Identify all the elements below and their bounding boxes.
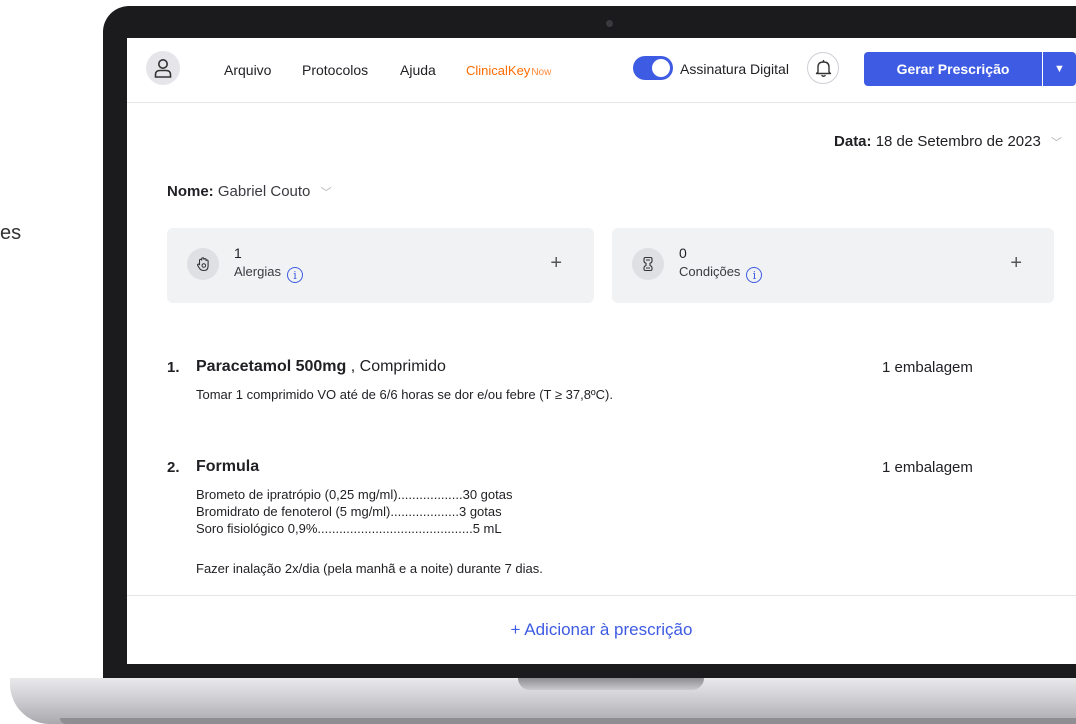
item-1-number: 1. <box>167 359 180 376</box>
nav-ajuda[interactable]: Ajuda <box>400 62 436 78</box>
item-1-name: Paracetamol 500mg <box>196 358 347 375</box>
clinicalkey-brand: ClinicalKey <box>466 63 531 78</box>
item-2-component-2: Bromidrato de fenoterol (5 mg/ml).......… <box>196 504 502 519</box>
top-header: Arquivo Protocolos Ajuda ClinicalKeyNow … <box>127 38 1076 103</box>
add-item-bar: + Adicionar à prescrição <box>127 595 1076 664</box>
item-1-instructions: Tomar 1 comprimido VO até de 6/6 horas s… <box>196 387 614 402</box>
item-1-title[interactable]: Paracetamol 500mg , Comprimido <box>196 358 446 376</box>
nav-arquivo[interactable]: Arquivo <box>224 62 271 78</box>
digital-signature-label: Assinatura Digital <box>680 61 789 77</box>
conditions-label-row: Condições i <box>679 264 763 283</box>
conditions-label: Condições <box>679 264 741 279</box>
date-label: Data: <box>834 133 872 150</box>
conditions-card: 0 Condições i + <box>612 228 1054 303</box>
cropped-side-text: es <box>0 222 22 244</box>
hand-icon <box>187 248 219 280</box>
generate-prescription-button[interactable]: Gerar Prescrição <box>864 52 1042 86</box>
user-icon <box>154 59 172 78</box>
item-2-name: Formula <box>196 458 260 475</box>
item-2-component-3: Soro fisiológico 0,9%...................… <box>196 521 502 536</box>
conditions-count: 0 <box>679 245 687 261</box>
allergies-card: 1 Alergias i + <box>167 228 594 303</box>
chevron-down-icon: ﹀ <box>320 187 332 199</box>
patient-label: Nome: <box>167 183 214 200</box>
item-2-title[interactable]: Formula <box>196 458 259 476</box>
info-icon[interactable]: i <box>286 267 303 283</box>
add-condition-button[interactable]: + <box>1010 252 1022 275</box>
date-value: 18 de Setembro de 2023 <box>875 133 1041 150</box>
chevron-down-icon: ﹀ <box>1051 137 1062 149</box>
date-selector[interactable]: Data: 18 de Setembro de 2023 ﹀ <box>834 133 1062 150</box>
patient-selector[interactable]: Nome: Gabriel Couto ﹀ <box>167 183 332 200</box>
digital-signature-toggle[interactable] <box>633 56 673 80</box>
laptop-base-shadow <box>60 718 1076 724</box>
add-to-prescription-link[interactable]: + Adicionar à prescrição <box>127 620 1076 640</box>
condition-icon <box>632 248 664 280</box>
camera-dot <box>606 20 613 27</box>
item-2-component-1: Brometo de ipratrópio (0,25 mg/ml)......… <box>196 487 513 502</box>
bell-icon <box>815 60 832 77</box>
notifications-button[interactable] <box>807 52 839 84</box>
allergies-label-row: Alergias i <box>234 264 303 283</box>
toggle-knob <box>652 59 670 77</box>
item-1-quantity: 1 embalagem <box>882 359 973 376</box>
clinicalkey-suffix: Now <box>531 67 552 78</box>
user-avatar[interactable] <box>146 51 180 85</box>
item-2-quantity: 1 embalagem <box>882 459 973 476</box>
app-screen: Arquivo Protocolos Ajuda ClinicalKeyNow … <box>127 38 1076 664</box>
item-2-instructions: Fazer inalação 2x/dia (pela manhã e a no… <box>196 561 543 576</box>
patient-name: Gabriel Couto <box>217 183 311 200</box>
allergies-count: 1 <box>234 245 242 261</box>
clinicalkey-now-link[interactable]: ClinicalKeyNow <box>466 63 551 78</box>
add-allergy-button[interactable]: + <box>550 252 562 275</box>
allergies-label: Alergias <box>234 264 281 279</box>
laptop-base-notch <box>518 678 704 690</box>
generate-options-dropdown[interactable]: ▼ <box>1043 52 1076 86</box>
item-1-form: , Comprimido <box>346 358 446 375</box>
item-2-number: 2. <box>167 459 180 476</box>
nav-protocolos[interactable]: Protocolos <box>302 62 368 78</box>
info-icon[interactable]: i <box>746 267 763 283</box>
